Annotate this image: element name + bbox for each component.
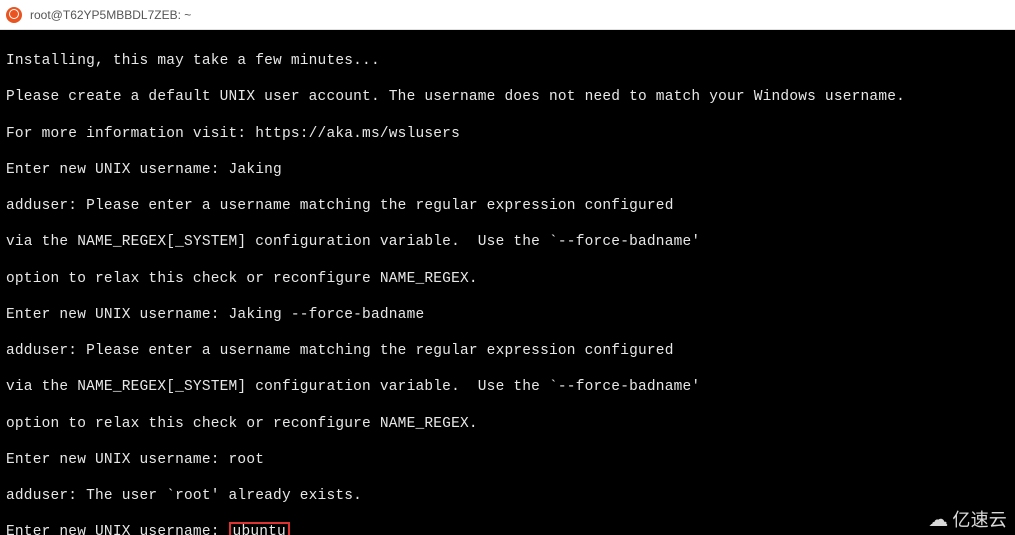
cloud-icon: ☁ [928,510,948,530]
terminal-line: option to relax this check or reconfigur… [6,270,1009,288]
terminal-line: Installing, this may take a few minutes.… [6,52,1009,70]
prompt-label: Enter new UNIX username: [6,524,229,535]
terminal[interactable]: Installing, this may take a few minutes.… [0,30,1015,535]
terminal-line: Enter new UNIX username: root [6,451,1009,469]
ubuntu-icon [6,7,22,23]
terminal-line: Please create a default UNIX user accoun… [6,88,1009,106]
highlighted-username: ubuntu [229,522,290,535]
terminal-line: For more information visit: https://aka.… [6,125,1009,143]
terminal-line: Enter new UNIX username: ubuntu [6,523,1009,535]
terminal-line: Enter new UNIX username: Jaking --force-… [6,306,1009,324]
window-title: root@T62YP5MBBDL7ZEB: ~ [30,8,191,22]
watermark-text: 亿速云 [952,509,1007,532]
terminal-line: option to relax this check or reconfigur… [6,415,1009,433]
terminal-line: Enter new UNIX username: Jaking [6,161,1009,179]
terminal-line: via the NAME_REGEX[_SYSTEM] configuratio… [6,378,1009,396]
terminal-line: adduser: Please enter a username matchin… [6,197,1009,215]
terminal-line: via the NAME_REGEX[_SYSTEM] configuratio… [6,233,1009,251]
terminal-line: adduser: The user `root' already exists. [6,487,1009,505]
titlebar: root@T62YP5MBBDL7ZEB: ~ [0,0,1015,30]
watermark: ☁ 亿速云 [928,509,1007,532]
terminal-line: adduser: Please enter a username matchin… [6,342,1009,360]
